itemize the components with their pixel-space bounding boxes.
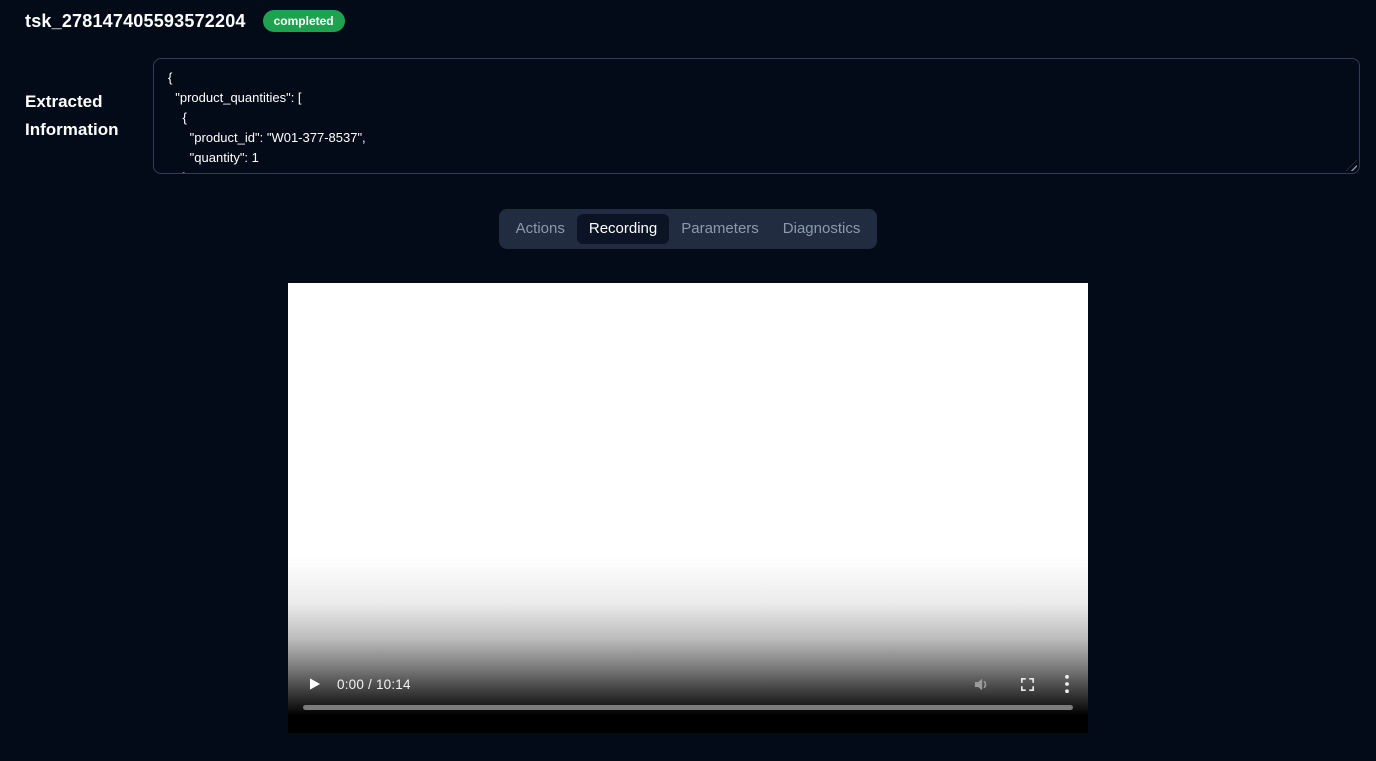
video-controls: 0:00 / 10:14 xyxy=(288,668,1088,700)
tab-actions[interactable]: Actions xyxy=(504,214,577,244)
extracted-information-section: Extracted Information { "product_quantit… xyxy=(25,58,1360,174)
tab-parameters[interactable]: Parameters xyxy=(669,214,771,244)
seek-bar[interactable] xyxy=(303,705,1073,710)
duration: 10:14 xyxy=(376,677,411,692)
tab-bar: Actions Recording Parameters Diagnostics xyxy=(499,209,878,249)
extracted-information-label: Extracted Information xyxy=(25,88,153,144)
task-id-title: tsk_278147405593572204 xyxy=(25,11,246,32)
overflow-menu-button[interactable] xyxy=(1063,674,1071,694)
tab-diagnostics[interactable]: Diagnostics xyxy=(771,214,873,244)
play-button[interactable] xyxy=(306,675,324,693)
tab-recording[interactable]: Recording xyxy=(577,214,669,244)
tabs-section: Actions Recording Parameters Diagnostics xyxy=(0,209,1376,249)
time-display: 0:00 / 10:14 xyxy=(337,677,411,692)
overflow-menu-icon xyxy=(1063,674,1071,694)
volume-button[interactable] xyxy=(971,674,992,695)
fullscreen-button[interactable] xyxy=(1019,676,1036,693)
extracted-information-box: { "product_quantities": [ { "product_id"… xyxy=(153,58,1360,174)
volume-icon xyxy=(971,674,992,695)
controls-icons xyxy=(971,674,1071,695)
fullscreen-icon xyxy=(1019,676,1036,693)
play-icon xyxy=(306,676,322,692)
header: tsk_278147405593572204 completed xyxy=(0,0,1376,34)
recording-section: 0:00 / 10:14 xyxy=(0,283,1376,733)
extracted-information-textarea[interactable]: { "product_quantities": [ { "product_id"… xyxy=(153,58,1360,174)
video-player[interactable]: 0:00 / 10:14 xyxy=(288,283,1088,733)
time-separator: / xyxy=(364,677,376,692)
current-time: 0:00 xyxy=(337,677,364,692)
status-badge: completed xyxy=(263,10,345,32)
